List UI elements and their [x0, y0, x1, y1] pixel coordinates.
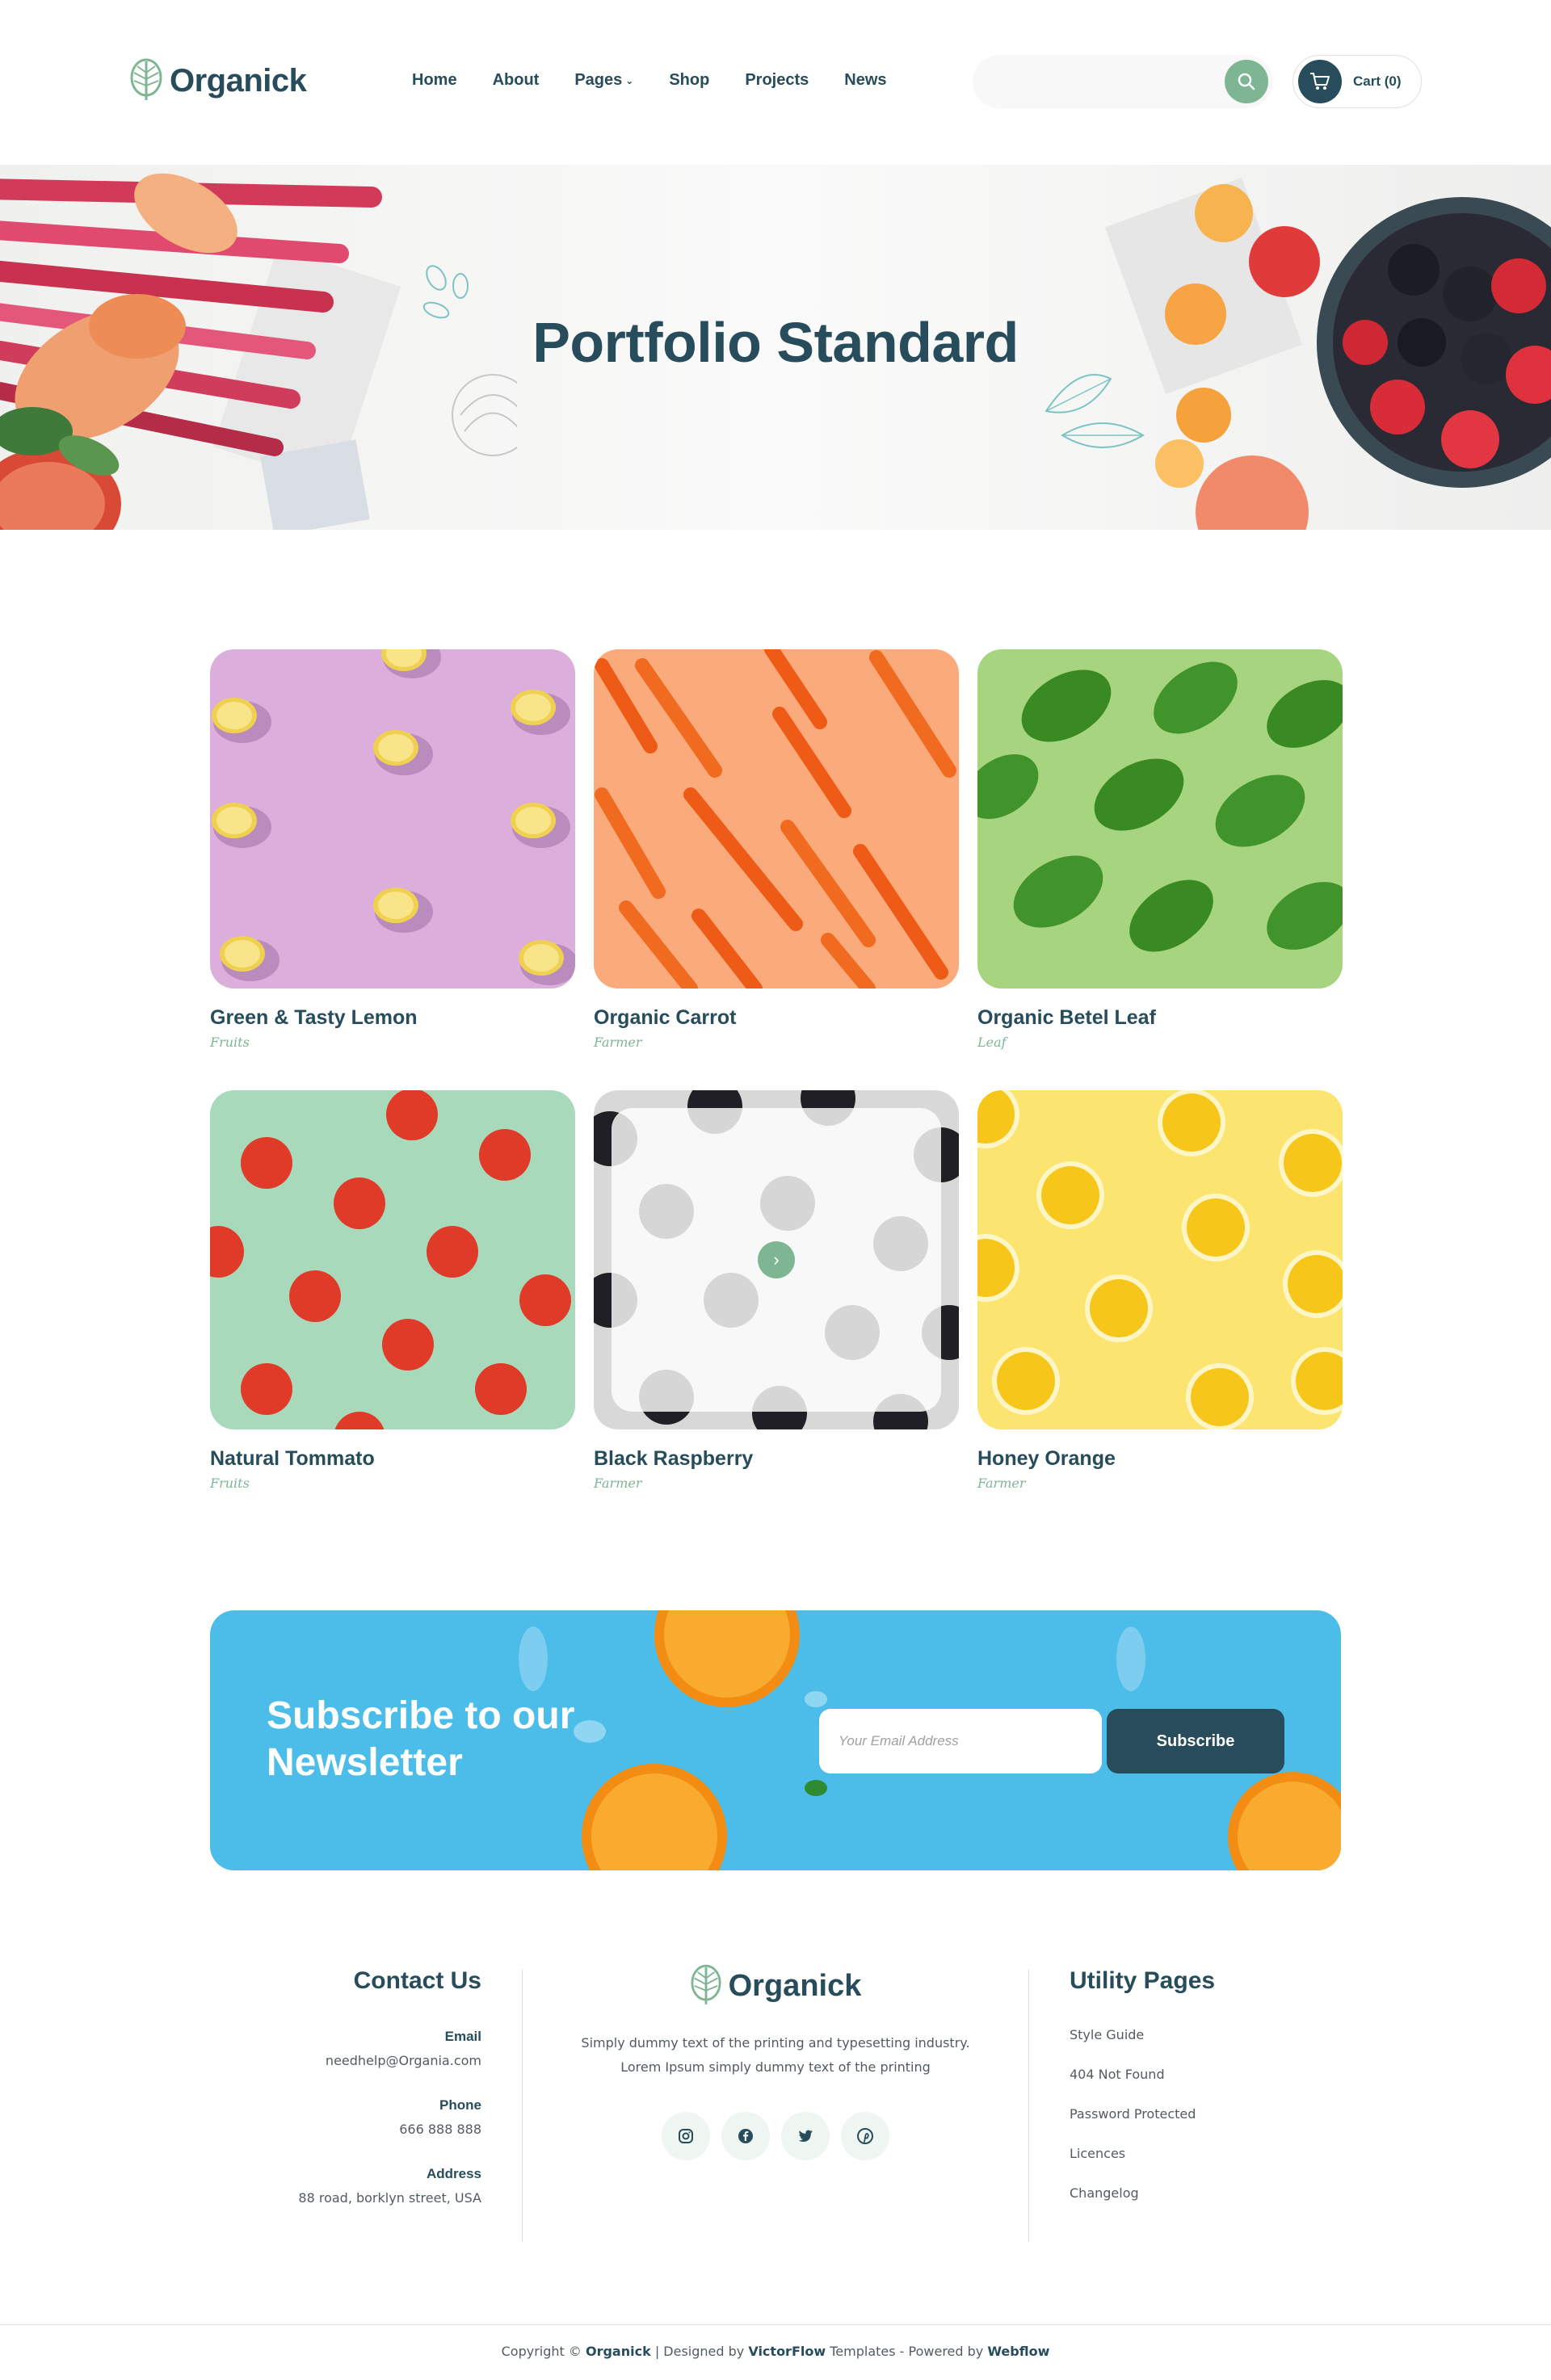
lemon-pattern-image	[212, 649, 575, 985]
copyright-designer[interactable]: VictorFlow	[748, 2344, 826, 2359]
footer-contact: Contact Us Email needhelp@Organia.com Ph…	[210, 1967, 481, 2206]
search-button[interactable]	[1225, 60, 1268, 103]
newsletter-email-field[interactable]	[819, 1709, 1102, 1773]
carrot-pattern-image	[595, 649, 956, 989]
footer-description: Simply dummy text of the printing and ty…	[523, 2031, 1028, 2080]
address-value: 88 road, borklyn street, USA	[298, 2190, 481, 2206]
footer-description-line: Simply dummy text of the printing and ty…	[581, 2035, 970, 2050]
cart-icon-circle	[1298, 60, 1342, 103]
utility-link-changelog[interactable]: Changelog	[1070, 2185, 1328, 2201]
footer-brand-block: Organick Simply dummy text of the printi…	[523, 1964, 1028, 2160]
portfolio-card[interactable]: Organic Betel Leaf Leaf	[977, 649, 1343, 1050]
portfolio-tag: Leaf	[977, 1035, 1007, 1050]
portfolio-tag: Fruits	[210, 1475, 250, 1491]
cart-icon	[1310, 73, 1330, 90]
email-value[interactable]: needhelp@Organia.com	[210, 2053, 481, 2068]
portfolio-tag: Farmer	[977, 1475, 1026, 1491]
footer-divider	[1028, 1969, 1029, 2242]
copyright-mid2: Templates - Powered by	[826, 2344, 988, 2359]
chevron-down-icon: ⌄	[625, 74, 634, 86]
portfolio-image-lemon[interactable]	[210, 649, 575, 989]
footer-brand-name: Organick	[728, 1968, 862, 2003]
hover-overlay: ›	[612, 1108, 941, 1412]
utility-link-password-protected[interactable]: Password Protected	[1070, 2106, 1328, 2122]
leaf-logo-icon	[130, 58, 162, 100]
search-icon	[1238, 73, 1255, 90]
brand-name: Organick	[170, 62, 307, 99]
portfolio-image-carrot[interactable]	[594, 649, 959, 989]
twitter-icon	[798, 2130, 813, 2142]
chevron-right-icon: ›	[773, 1249, 780, 1270]
utility-link-404[interactable]: 404 Not Found	[1070, 2067, 1328, 2082]
leaf-logo-icon	[691, 1964, 721, 2004]
newsletter-title: Subscribe to our Newsletter	[267, 1694, 575, 1784]
copyright-prefix: Copyright ©	[501, 2344, 586, 2359]
brand-logo[interactable]: Organick	[129, 58, 307, 103]
phone-label: Phone	[439, 2097, 481, 2113]
contact-heading: Contact Us	[353, 1967, 481, 1994]
footer-utility-pages: Utility Pages Style Guide 404 Not Found …	[1070, 1967, 1328, 2225]
facebook-link[interactable]	[721, 2112, 770, 2160]
subscribe-button[interactable]: Subscribe	[1107, 1709, 1284, 1773]
email-label: Email	[444, 2029, 481, 2044]
portfolio-title[interactable]: Natural Tommato	[210, 1447, 575, 1471]
cart-label: Cart (0)	[1353, 73, 1402, 89]
main-nav: Home About Pages ⌄ Shop Projects News	[412, 71, 923, 90]
footer-description-line: Lorem Ipsum simply dummy text of the pri…	[620, 2059, 931, 2075]
search-input[interactable]	[973, 55, 1273, 108]
pinterest-link[interactable]	[841, 2112, 889, 2160]
social-links	[523, 2112, 1028, 2160]
portfolio-title[interactable]: Organic Carrot	[594, 1006, 959, 1030]
leaf-pattern-image	[977, 661, 1343, 952]
utility-link-licences[interactable]: Licences	[1070, 2146, 1328, 2161]
hero-banner: Portfolio Standard	[0, 165, 1551, 530]
pinterest-icon	[857, 2128, 873, 2144]
nav-shop[interactable]: Shop	[669, 71, 709, 90]
view-project-button[interactable]: ›	[758, 1241, 795, 1278]
copyright-divider	[0, 2324, 1551, 2325]
portfolio-image-tomato[interactable]	[210, 1090, 575, 1429]
portfolio-title[interactable]: Green & Tasty Lemon	[210, 1006, 575, 1030]
copyright-platform[interactable]: Webflow	[987, 2344, 1049, 2359]
copyright-text: Copyright © Organick | Designed by Victo…	[0, 2344, 1551, 2359]
nav-about[interactable]: About	[493, 71, 540, 90]
portfolio-tag: Farmer	[594, 1035, 642, 1050]
lemon-slice-pattern-image	[977, 1090, 1343, 1429]
copyright-brand[interactable]: Organick	[586, 2344, 651, 2359]
portfolio-card[interactable]: Natural Tommato Fruits	[210, 1090, 575, 1491]
portfolio-card[interactable]: Honey Orange Farmer	[977, 1090, 1343, 1491]
portfolio-tag: Fruits	[210, 1035, 250, 1050]
portfolio-image-orange[interactable]	[977, 1090, 1343, 1429]
portfolio-tag: Farmer	[594, 1475, 642, 1491]
tomato-pattern-image	[210, 1090, 571, 1429]
footer-logo[interactable]: Organick	[690, 1964, 862, 2008]
instagram-link[interactable]	[662, 2112, 710, 2160]
phone-value[interactable]: 666 888 888	[210, 2122, 481, 2137]
portfolio-title[interactable]: Honey Orange	[977, 1447, 1343, 1471]
portfolio-card[interactable]: Organic Carrot Farmer	[594, 649, 959, 1050]
portfolio-card[interactable]: Green & Tasty Lemon Fruits	[210, 649, 575, 1050]
utility-link-style-guide[interactable]: Style Guide	[1070, 2027, 1328, 2042]
utility-links: Style Guide 404 Not Found Password Prote…	[1070, 2027, 1328, 2201]
copyright-mid: | Designed by	[650, 2344, 749, 2359]
portfolio-image-blackberry[interactable]: ›	[594, 1090, 959, 1429]
site-header: Organick Home About Pages ⌄ Shop Project…	[0, 0, 1551, 165]
cart-button[interactable]: Cart (0)	[1292, 55, 1422, 108]
portfolio-card[interactable]: › Black Raspberry Farmer	[594, 1090, 959, 1491]
twitter-link[interactable]	[781, 2112, 830, 2160]
portfolio-title[interactable]: Black Raspberry	[594, 1447, 959, 1471]
address-label: Address	[426, 2166, 481, 2181]
newsletter-banner: Subscribe to our Newsletter Subscribe	[210, 1610, 1341, 1870]
portfolio-image-leaf[interactable]	[977, 649, 1343, 989]
nav-pages-label: Pages	[574, 71, 623, 89]
utility-heading: Utility Pages	[1070, 1967, 1216, 1994]
nav-news[interactable]: News	[844, 71, 886, 90]
portfolio-title[interactable]: Organic Betel Leaf	[977, 1006, 1343, 1030]
nav-projects[interactable]: Projects	[745, 71, 809, 90]
nav-home[interactable]: Home	[412, 71, 457, 90]
facebook-icon	[738, 2129, 753, 2143]
page-title: Portfolio Standard	[532, 311, 1019, 374]
instagram-icon	[679, 2129, 693, 2143]
nav-pages[interactable]: Pages ⌄	[574, 71, 633, 90]
